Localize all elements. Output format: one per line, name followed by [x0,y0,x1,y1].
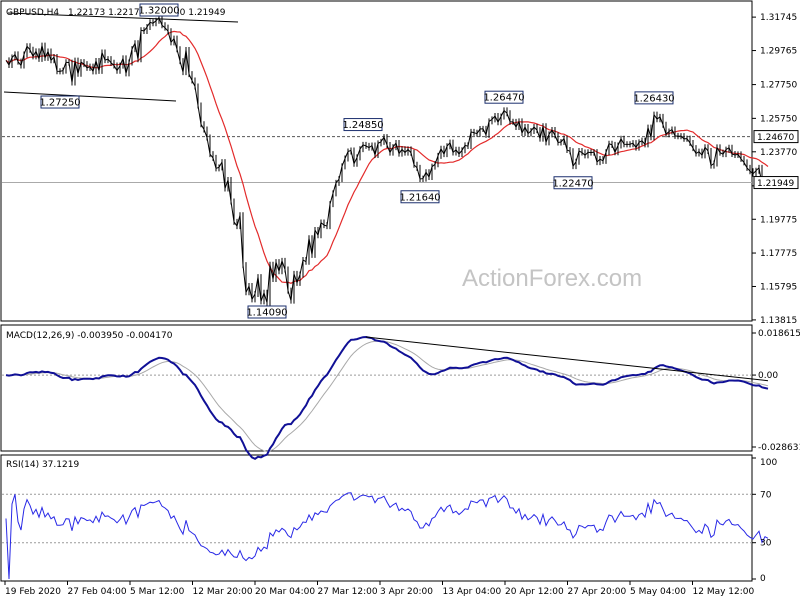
macd-main-line [5,335,769,460]
macd-signal-line [5,340,769,453]
x-tick-label: 3 Apr 20:00 [380,587,433,597]
x-tick-label: 27 Apr 20:00 [568,587,627,597]
price-tick-label: 1.31745 [760,13,797,23]
rsi-tick-label: 0 [760,574,766,584]
x-tick-label: 5 May 04:00 [630,587,686,597]
rsi-header: RSI(14) 37.1219 [6,460,79,470]
reference-price-tag-text: 1.24670 [757,133,794,143]
price-tags: 1.24670 1.21949 [753,130,799,190]
macd-group [2,335,769,460]
price-tick-label: 1.23770 [760,148,797,158]
rsi-tick-label: 100 [760,458,777,468]
price-tick-label: 1.13815 [760,316,797,326]
chart-svg: ActionForex.com GBPUSD,H4 1.22173 1.2217… [0,0,800,597]
x-axis: 19 Feb 2020 27 Feb 04:00 5 Mar 12:00 12 Mar… [4,581,755,597]
price-tick-label: 1.17775 [760,249,797,259]
macd-panel-frame [0,324,753,452]
rsi-tick-label: 30 [760,539,772,549]
price-tick-label: 1.27750 [760,81,797,91]
current-price-tag-text: 1.21949 [757,179,794,189]
annotation-label: 1.32000 [138,6,179,17]
rsi-panel-frame [0,454,753,582]
rsi-group [2,492,769,580]
annotation-label: 1.24850 [342,120,383,131]
macd-axis: 0.018615 0.00 -0.028631 [752,329,800,453]
price-tick-label: 1.29765 [760,47,797,57]
annotation-label: 1.26430 [633,93,674,104]
macd-tick-label: -0.028631 [758,443,800,453]
trendline-lower [3,91,177,102]
x-tick-label: 27 Feb 04:00 [68,587,127,597]
x-tick-label: 13 Apr 04:00 [443,587,502,597]
macd-tick-label: 0.018615 [758,329,800,339]
x-tick-label: 20 Apr 12:00 [505,587,564,597]
chart-root: ActionForex.com GBPUSD,H4 1.22173 1.2217… [0,0,800,600]
x-tick-label: 19 Feb 2020 [5,587,61,597]
price-tick-label: 1.25750 [760,114,797,124]
annotation-label: 1.26470 [483,93,524,104]
x-tick-label: 12 Mar 20:00 [193,587,253,597]
macd-trendline [365,336,769,382]
x-tick-label: 20 Mar 04:00 [255,587,315,597]
x-tick-label: 5 Mar 12:00 [130,587,185,597]
annotation-label: 1.27250 [39,98,80,109]
x-tick-label: 27 Mar 12:00 [318,587,378,597]
price-line [5,16,769,303]
x-tick-label: 12 May 12:00 [693,587,755,597]
rsi-tick-label: 70 [760,490,772,500]
rsi-axis: 100 70 30 0 [752,457,777,584]
rsi-line [5,492,769,580]
watermark-text: ActionForex.com [462,265,642,292]
price-tick-label: 1.15795 [760,282,797,292]
annotation-label: 1.22470 [552,178,593,189]
price-series-group [5,14,769,306]
annotation-label: 1.14090 [246,308,287,319]
price-tick-label: 1.19775 [760,215,797,225]
macd-header: MACD(12,26,9) -0.003950 -0.004170 [6,331,173,341]
annotation-label: 1.21640 [399,192,440,203]
macd-tick-label: 0.00 [758,371,778,381]
